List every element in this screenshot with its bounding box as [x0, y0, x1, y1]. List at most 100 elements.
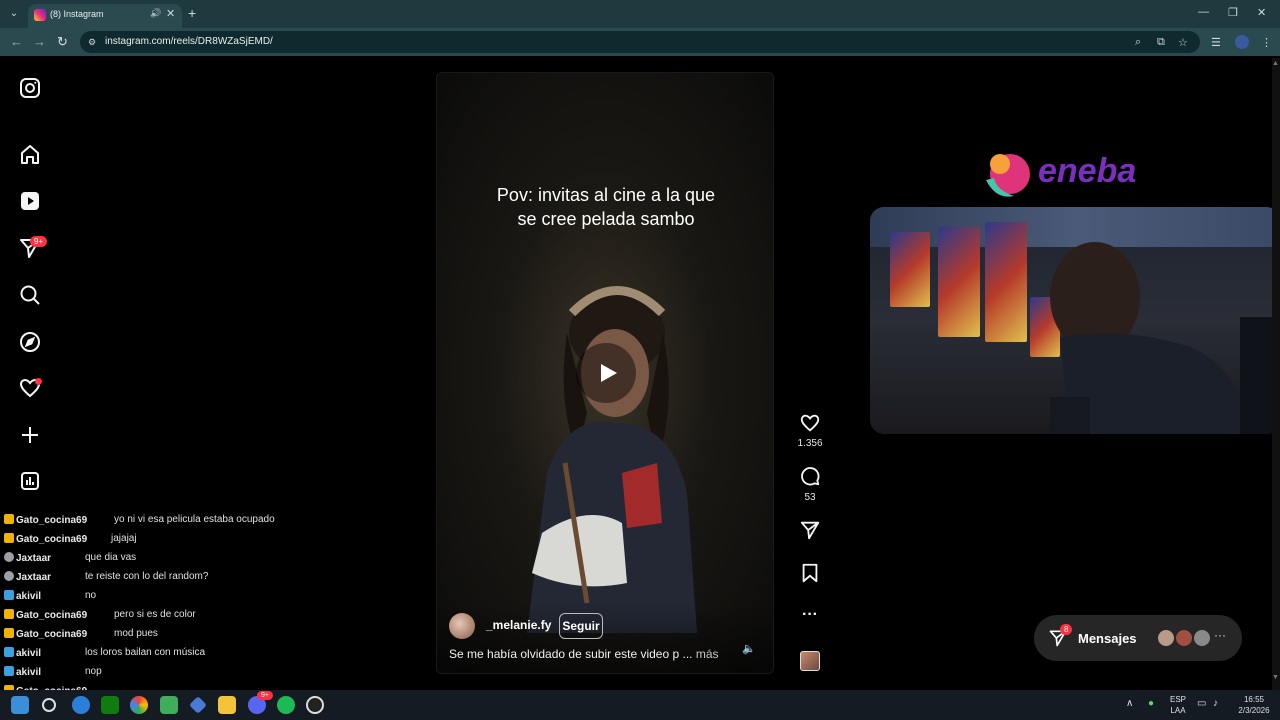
user-badge-icon [4, 590, 14, 600]
messages-badge: 8 [1060, 624, 1073, 635]
microphone-icon[interactable]: ● [1148, 698, 1154, 709]
scroll-up-icon[interactable]: ▲ [1272, 60, 1279, 67]
share-button[interactable] [798, 519, 822, 546]
messages-label: Mensajes [1078, 631, 1137, 646]
url-text[interactable]: instagram.com/reels/DR8WZaSjEMD/ [105, 36, 273, 47]
chat-text: te reiste con lo del random? [85, 571, 209, 582]
browser-toolbar: ← → ↻ ⚙ instagram.com/reels/DR8WZaSjEMD/… [0, 28, 1280, 56]
instagram-logo-icon[interactable] [18, 76, 42, 100]
address-bar[interactable]: ⚙ instagram.com/reels/DR8WZaSjEMD/ ⌕ ⧉ ☆ [80, 31, 1200, 53]
like-count: 1.356 [797, 438, 823, 449]
search-icon[interactable] [18, 283, 42, 307]
chat-message: akivil nop [4, 666, 102, 685]
chat-text: nop [85, 666, 102, 677]
user-badge-icon [4, 552, 14, 562]
create-icon[interactable] [18, 423, 42, 447]
clock-date[interactable]: 2/3/2026 [1232, 706, 1276, 715]
clock-time[interactable]: 16:55 [1232, 695, 1276, 704]
tab-search-menu-icon[interactable]: ⌄ [6, 6, 22, 22]
reel-description[interactable]: Se me había olvidado de subir este video… [449, 647, 719, 661]
restore-icon[interactable]: ❐ [1228, 6, 1238, 19]
comment-button[interactable] [798, 465, 822, 492]
obs-icon[interactable] [306, 696, 324, 714]
dashboard-icon[interactable] [18, 469, 42, 493]
sub-badge-icon [4, 609, 14, 619]
instagram-favicon-icon [34, 9, 46, 21]
chat-text: los loros bailan con música [85, 647, 206, 658]
original-audio-thumbnail[interactable] [800, 651, 820, 671]
install-app-icon[interactable]: ⧉ [1157, 36, 1165, 49]
bookmark-star-icon[interactable]: ☆ [1178, 36, 1188, 49]
webcam-poster [890, 232, 930, 307]
messages-drawer-button[interactable]: 8 Mensajes ··· [1034, 615, 1242, 661]
reel-overlay-line-2: se cree pelada sambo [517, 209, 695, 229]
like-button[interactable] [798, 412, 822, 439]
back-icon[interactable]: ← [10, 34, 23, 49]
chat-text: pero si es de color [114, 609, 196, 620]
language-bottom[interactable]: LAA [1166, 706, 1190, 715]
tab-audio-icon[interactable]: 🔊 [150, 8, 161, 19]
reels-icon[interactable] [18, 189, 42, 213]
chat-username: akivil [16, 648, 42, 659]
reel-overlay-line-1: Pov: invitas al cine a la que [496, 185, 716, 205]
tab-close-icon[interactable]: ✕ [166, 7, 175, 20]
new-tab-icon[interactable]: + [188, 5, 196, 21]
reel-description-text: Se me había olvidado de subir este video… [449, 647, 693, 661]
xbox-icon[interactable] [101, 696, 119, 714]
play-icon [601, 364, 617, 382]
more-link[interactable]: más [696, 647, 719, 661]
chrome-icon[interactable] [130, 696, 148, 714]
notifications-badge: 9+ [30, 236, 48, 247]
edge-icon[interactable] [72, 696, 90, 714]
chat-username: Gato_cocina69 [16, 534, 88, 545]
language-top[interactable]: ESP [1166, 695, 1190, 704]
user-badge-icon [4, 571, 14, 581]
chat-username: Jaxtaar [16, 572, 52, 583]
forward-icon[interactable]: → [33, 34, 46, 49]
start-icon[interactable] [11, 696, 29, 714]
volume-icon[interactable]: 🔈 [738, 638, 760, 660]
reload-icon[interactable]: ↻ [57, 34, 68, 50]
chat-username: akivil [16, 667, 42, 678]
reel-video[interactable]: Pov: invitas al cine a la que se cree pe… [436, 72, 774, 674]
browser-tab-instagram[interactable]: (8) Instagram 🔊 ✕ [28, 4, 182, 28]
eneba-sponsor-logo: eneba [980, 148, 1150, 204]
chat-message: Gato_cocina69 mod pues [4, 628, 158, 647]
volume-tray-icon[interactable]: ♪ [1213, 698, 1218, 709]
file-explorer-icon[interactable] [218, 696, 236, 714]
chat-username: akivil [16, 591, 42, 602]
heart-icon [800, 414, 820, 432]
user-badge-icon [4, 666, 14, 676]
profile-avatar[interactable] [1235, 35, 1249, 49]
reel-bottom-gradient [437, 603, 773, 673]
scroll-down-icon[interactable]: ▼ [1272, 674, 1279, 681]
share-icon [800, 521, 820, 540]
minimize-icon[interactable]: — [1198, 6, 1209, 18]
play-button[interactable] [576, 343, 636, 403]
chat-message: akivil los loros bailan con música [4, 647, 205, 666]
more-options-icon[interactable]: ··· [798, 606, 822, 624]
browser-menu-icon[interactable]: ⋮ [1261, 36, 1272, 49]
page-scrollbar[interactable] [1272, 58, 1280, 690]
save-button[interactable] [798, 562, 822, 589]
search-icon[interactable] [42, 698, 56, 712]
tray-overflow-icon[interactable]: ∧ [1126, 698, 1133, 709]
reading-list-icon[interactable]: ☰ [1211, 36, 1221, 49]
tab-title: (8) Instagram [50, 9, 104, 19]
network-icon[interactable]: ▭ [1197, 698, 1206, 709]
window-close-icon[interactable]: ✕ [1257, 6, 1266, 19]
zoom-icon[interactable]: ⌕ [1135, 36, 1141, 49]
home-icon[interactable] [18, 143, 42, 167]
site-info-icon[interactable]: ⚙ [88, 36, 100, 48]
app-icon[interactable] [160, 696, 178, 714]
reel-author-username[interactable]: _melanie.fy [486, 618, 551, 632]
reel-author-avatar[interactable] [449, 613, 475, 639]
app-icon[interactable] [189, 696, 207, 714]
chat-message: Jaxtaar te reiste con lo del random? [4, 571, 208, 590]
spotify-icon[interactable] [277, 696, 295, 714]
explore-icon[interactable] [18, 330, 42, 354]
webcam-poster [938, 227, 980, 337]
chat-text: que dia vas [85, 552, 137, 563]
chat-text: jajajaj [111, 533, 137, 544]
follow-button[interactable]: Seguir [559, 613, 603, 639]
